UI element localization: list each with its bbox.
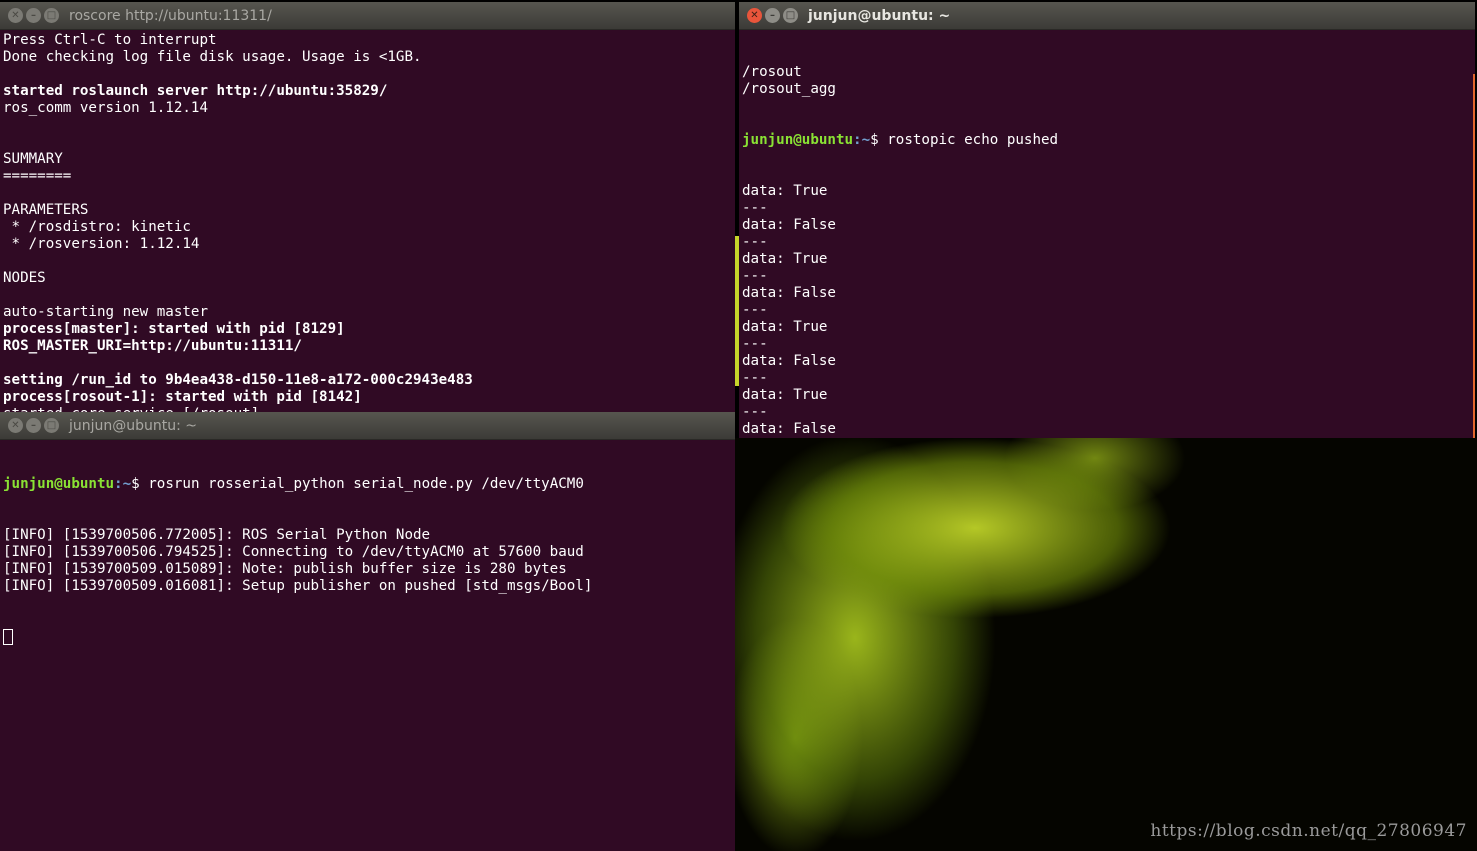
prompt-line: junjun@ubuntu:~$ rosrun rosserial_python… [3,476,735,493]
terminal-output[interactable]: Press Ctrl-C to interrupt Done checking l… [3,32,735,412]
output-line: ======== [3,168,72,184]
terminal-output[interactable]: junjun@ubuntu:~$ rosrun rosserial_python… [3,442,735,851]
output-line: ros_comm version 1.12.14 [3,100,208,116]
output-line: data: True [742,387,828,403]
output-line: Done checking log file disk usage. Usage… [3,49,422,65]
output-line: data: True [742,319,828,335]
scrollbar-indicator[interactable] [1473,74,1475,438]
text-cursor [3,629,13,645]
maximize-icon[interactable]: □ [44,418,59,433]
minimize-icon[interactable]: – [26,8,41,23]
prompt-path: :~ [114,476,132,492]
echo-terminal-window[interactable]: ✕ – □ junjun@ubuntu: ~ /rosout/rosout_ag… [739,2,1475,438]
output-line: [INFO] [1539700506.772005]: ROS Serial P… [3,527,431,543]
output-line: NODES [3,270,46,286]
command-text: rostopic echo pushed [887,132,1059,148]
output-line: ROS_MASTER_URI=http://ubuntu:11311/ [3,338,302,354]
output-line: --- [742,268,768,284]
output-line: --- [742,234,768,250]
output-line: --- [742,200,768,216]
roscore-terminal-window[interactable]: ✕ – □ roscore http://ubuntu:11311/ Press… [0,2,735,412]
output-line: * /rosversion: 1.12.14 [3,236,200,252]
close-icon[interactable]: ✕ [747,8,762,23]
prompt-user: junjun@ubuntu [742,132,854,148]
prompt-line: junjun@ubuntu:~$ rostopic echo pushed [742,132,1475,149]
cursor-line [3,629,735,646]
minimize-icon[interactable]: – [26,418,41,433]
output-line: data: True [742,183,828,199]
roscore-titlebar[interactable]: ✕ – □ roscore http://ubuntu:11311/ [0,2,735,30]
maximize-icon[interactable]: □ [783,8,798,23]
output-line: [INFO] [1539700506.794525]: Connecting t… [3,544,584,560]
output-line: data: False [742,353,836,369]
serial-titlebar[interactable]: ✕ – □ junjun@ubuntu: ~ [0,412,735,440]
output-line: [INFO] [1539700509.016081]: Setup publis… [3,578,593,594]
echo-titlebar[interactable]: ✕ – □ junjun@ubuntu: ~ [739,2,1475,30]
serial-terminal-window[interactable]: ✕ – □ junjun@ubuntu: ~ junjun@ubuntu:~$ … [0,412,735,851]
output-line: PARAMETERS [3,202,89,218]
prompt-path: :~ [853,132,871,148]
close-icon[interactable]: ✕ [8,418,23,433]
output-line: * /rosdistro: kinetic [3,219,191,235]
prompt-symbol: $ [131,476,149,492]
output-line: auto-starting new master [3,304,208,320]
minimize-icon[interactable]: – [765,8,780,23]
command-text: rosrun rosserial_python serial_node.py /… [148,476,584,492]
prompt-user: junjun@ubuntu [3,476,115,492]
prompt-symbol: $ [870,132,888,148]
output-line: SUMMARY [3,151,63,167]
output-line: [INFO] [1539700509.015089]: Note: publis… [3,561,567,577]
output-line: data: True [742,251,828,267]
window-title: junjun@ubuntu: ~ [69,417,198,434]
watermark-text: https://blog.csdn.net/qq_27806947 [1150,821,1467,841]
output-line: /rosout [742,64,802,80]
terminal-output[interactable]: /rosout/rosout_agg junjun@ubuntu:~$ rost… [742,30,1475,438]
output-line: process[rosout-1]: started with pid [814… [3,389,362,405]
output-line: setting /run_id to 9b4ea438-d150-11e8-a1… [3,372,473,388]
window-title: roscore http://ubuntu:11311/ [69,7,272,24]
output-line: /rosout_agg [742,81,836,97]
desktop-wallpaper: https://blog.csdn.net/qq_27806947 [735,438,1477,851]
output-line: process[master]: started with pid [8129] [3,321,345,337]
output-line: --- [742,404,768,420]
output-line: --- [742,302,768,318]
output-line: data: False [742,421,836,437]
output-line: started roslaunch server http://ubuntu:3… [3,83,388,99]
output-line: data: False [742,285,836,301]
maximize-icon[interactable]: □ [44,8,59,23]
output-line: --- [742,370,768,386]
close-icon[interactable]: ✕ [8,8,23,23]
output-line: data: False [742,217,836,233]
output-line: Press Ctrl-C to interrupt [3,32,217,48]
window-edge-highlight [735,236,739,386]
window-title: junjun@ubuntu: ~ [808,7,951,24]
output-line: --- [742,336,768,352]
